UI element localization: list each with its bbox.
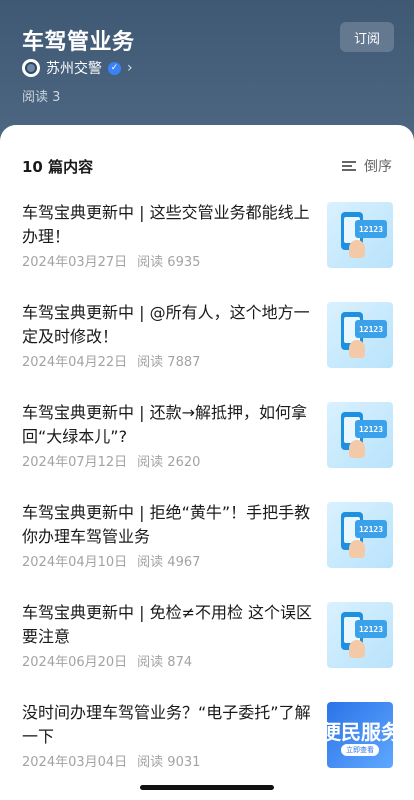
banner-button: 立即查看 — [341, 744, 379, 756]
sort-label: 倒序 — [364, 159, 392, 175]
article-count: 10 篇内容 — [22, 158, 94, 176]
account-name: 苏州交警 — [46, 61, 102, 77]
article-thumbnail: 12123 — [327, 502, 393, 568]
home-indicator[interactable] — [140, 785, 274, 790]
article-title: 没时间办理车驾管业务？“电子委托”了解一下 — [22, 703, 311, 746]
article-title: 车驾宝典更新中 | @所有人，这个地方一定及时修改！ — [22, 303, 310, 346]
thumb-tag: 12123 — [355, 620, 387, 638]
article-reads: 阅读 2620 — [137, 455, 201, 470]
content-sheet: 10 篇内容 倒序 车驾宝典更新中 | 这些交管业务都能线上办理！ 2024年0… — [0, 125, 414, 800]
page-title: 车驾管业务 — [22, 30, 135, 55]
sort-toggle[interactable]: 倒序 — [342, 156, 392, 176]
hand-icon — [349, 440, 365, 458]
banner-text: 便民服务 — [327, 720, 393, 744]
hand-icon — [349, 640, 365, 658]
article-thumbnail: 12123 — [327, 602, 393, 668]
hand-icon — [349, 340, 365, 358]
article-date: 2024年03月27日 — [22, 255, 128, 270]
article-title: 车驾宝典更新中 | 还款→解抵押，如何拿回“大绿本儿”? — [22, 403, 307, 446]
verified-badge-icon: ✓ — [108, 61, 121, 75]
article-title: 车驾宝典更新中 | 拒绝“黄牛”！手把手教你办理车驾管业务 — [22, 503, 311, 546]
avatar — [22, 59, 40, 77]
article-date: 2024年06月20日 — [22, 655, 128, 670]
list-header: 10 篇内容 倒序 — [0, 125, 414, 205]
article-reads: 阅读 874 — [137, 655, 193, 670]
thumb-tag: 12123 — [355, 320, 387, 338]
list-item[interactable]: 车驾宝典更新中 | @所有人，这个地方一定及时修改！ 2024年04月22日 阅… — [0, 301, 414, 399]
thumb-tag: 12123 — [355, 220, 387, 238]
article-reads: 阅读 6935 — [137, 255, 201, 270]
article-meta: 2024年07月12日 阅读 2620 — [22, 451, 200, 470]
thumb-tag: 12123 — [355, 520, 387, 538]
article-thumbnail: 12123 — [327, 202, 393, 268]
article-meta: 2024年04月22日 阅读 7887 — [22, 351, 200, 370]
account-link[interactable]: 苏州交警 ✓ › — [22, 58, 133, 78]
hand-icon — [349, 540, 365, 558]
article-thumbnail: 12123 — [327, 402, 393, 468]
police-logo-icon — [25, 62, 37, 74]
article-reads: 阅读 4967 — [137, 555, 201, 570]
article-meta: 2024年03月04日 阅读 9031 — [22, 751, 200, 770]
list-item[interactable]: 车驾宝典更新中 | 这些交管业务都能线上办理！ 2024年03月27日 阅读 6… — [0, 201, 414, 299]
hand-icon — [349, 240, 365, 258]
subscribe-button[interactable]: 订阅 — [340, 22, 394, 52]
article-thumbnail: 12123 — [327, 302, 393, 368]
article-meta: 2024年03月27日 阅读 6935 — [22, 251, 200, 270]
list-item[interactable]: 车驾宝典更新中 | 还款→解抵押，如何拿回“大绿本儿”? 2024年07月12日… — [0, 401, 414, 499]
thumb-tag: 12123 — [355, 420, 387, 438]
article-meta: 2024年06月20日 阅读 874 — [22, 651, 192, 670]
list-item[interactable]: 车驾宝典更新中 | 拒绝“黄牛”！手把手教你办理车驾管业务 2024年04月10… — [0, 501, 414, 599]
article-reads: 阅读 7887 — [137, 355, 201, 370]
chevron-right-icon: › — [127, 60, 133, 76]
article-reads: 阅读 9031 — [137, 755, 201, 770]
article-thumbnail: 便民服务 立即查看 — [327, 702, 393, 768]
article-title: 车驾宝典更新中 | 免检≠不用检 这个误区要注意 — [22, 603, 313, 646]
read-count: 阅读 3 — [22, 90, 61, 105]
list-item[interactable]: 车驾宝典更新中 | 免检≠不用检 这个误区要注意 2024年06月20日 阅读 … — [0, 601, 414, 699]
article-date: 2024年07月12日 — [22, 455, 128, 470]
sort-lines-icon — [342, 160, 356, 172]
article-title: 车驾宝典更新中 | 这些交管业务都能线上办理！ — [22, 203, 310, 246]
article-date: 2024年04月22日 — [22, 355, 128, 370]
article-date: 2024年03月04日 — [22, 755, 128, 770]
article-date: 2024年04月10日 — [22, 555, 128, 570]
article-meta: 2024年04月10日 阅读 4967 — [22, 551, 200, 570]
